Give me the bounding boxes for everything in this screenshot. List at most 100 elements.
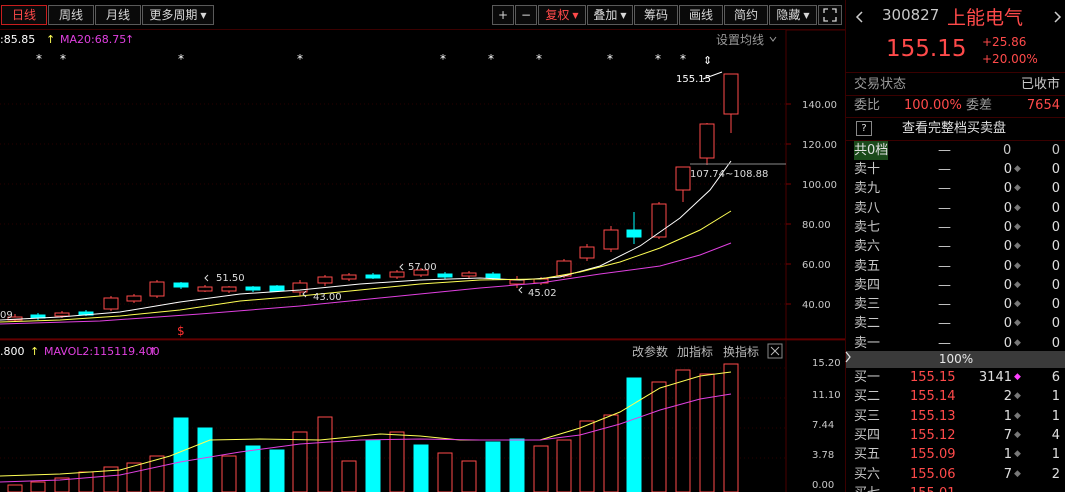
level-count: 2: [1051, 466, 1060, 482]
level-count: 6: [1051, 370, 1060, 385]
level-label: 买五: [854, 447, 881, 463]
volume-bar: [7, 484, 23, 492]
volume-bar: [317, 416, 333, 492]
expand-button[interactable]: [818, 5, 842, 25]
more-periods-dropdown[interactable]: 更多周期 ▼: [142, 5, 214, 25]
level-price: 155.09: [910, 447, 956, 463]
order-diff-value: 7654: [1026, 98, 1060, 113]
ask-level-row[interactable]: 卖三 —0 ◆ 0: [846, 295, 1065, 314]
hide-dropdown[interactable]: 隐藏 ▼: [769, 5, 817, 25]
level-volume: 1: [1003, 408, 1012, 424]
level-count: 0: [1051, 181, 1060, 197]
ask-level-row[interactable]: 卖一 —0 ◆ 0: [846, 334, 1065, 353]
candle-body: [221, 286, 237, 292]
high-price-label: 155.15: [676, 74, 711, 85]
ask-level-row[interactable]: 卖九 —0 ◆ 0: [846, 179, 1065, 198]
close-indicator-button[interactable]: [767, 343, 783, 359]
volume-bar: [461, 460, 477, 492]
trade-status-value: 已收市: [1020, 77, 1060, 92]
stock-name: 上能电气: [947, 7, 1024, 29]
candle-body: [579, 246, 595, 259]
ask-level-row[interactable]: 卖五 —0 ◆ 0: [846, 257, 1065, 276]
chevron-right-icon[interactable]: [1051, 11, 1063, 23]
level-count: 0: [1051, 200, 1060, 216]
switch-indicator-button[interactable]: 换指标: [723, 344, 759, 359]
kline-chart[interactable]: :85.85 ↑ MA20:68.75 ↑ 设置均线 * * * * * * * * * * ⇕ 0…: [0, 29, 845, 492]
bid-level-row[interactable]: 买四 155.12 7 ◆ 4: [846, 426, 1065, 445]
level-label: 卖七: [854, 219, 881, 235]
bid-level-row[interactable]: 买五 155.09 1 ◆ 1: [846, 445, 1065, 464]
chart-toolbar: 日线 周线 月线 更多周期 ▼ + − 复权 ▼ 叠加 ▼ 筹码 画线 简约 隐藏 ▼: [0, 0, 845, 30]
bid-level-row[interactable]: 买七 155.01: [846, 484, 1065, 492]
draw-line-button[interactable]: 画线: [679, 5, 723, 25]
vol-arrow-2: ↑: [148, 345, 157, 358]
tab-daily[interactable]: 日线: [1, 5, 47, 25]
level-count: 1: [1051, 408, 1060, 424]
level-diamond-icon: ◆: [1014, 164, 1021, 174]
level-volume: 0: [1003, 277, 1012, 293]
level-diamond-icon: ◆: [1014, 260, 1021, 271]
close-icon: [770, 346, 780, 356]
add-indicator-button[interactable]: 加指标: [677, 344, 713, 359]
candle-body: [699, 123, 715, 159]
ask-level-row[interactable]: 卖二 —0 ◆ 0: [846, 314, 1065, 333]
levels-dash: —: [938, 143, 951, 158]
chart-area[interactable]: :85.85 ↑ MA20:68.75 ↑ 设置均线 * * * * * * * * * * ⇕ 0…: [0, 29, 845, 492]
level-volume: 0: [1003, 181, 1012, 197]
order-ratio-label: 委比: [854, 98, 881, 113]
level-label: 卖四: [854, 277, 881, 293]
full-book-link[interactable]: 查看完整档买卖盘: [902, 119, 1006, 138]
event-markers[interactable]: * * * * * * * * * * ⇕: [36, 52, 712, 67]
event-star-icon: *: [178, 52, 184, 66]
tab-monthly[interactable]: 月线: [95, 5, 141, 25]
overlay-dropdown[interactable]: 叠加 ▼: [587, 5, 633, 25]
levels-label: 共0档: [854, 141, 889, 160]
price-change-pct: +20.00%: [982, 52, 1038, 66]
candle-body: [509, 279, 525, 285]
event-star-icon: *: [36, 52, 42, 66]
bid-level-row[interactable]: 买三 155.13 1 ◆ 1: [846, 407, 1065, 426]
volume-bar: [651, 381, 667, 492]
bid-level-row[interactable]: 买六 155.06 7 ◆ 2: [846, 465, 1065, 484]
level-count: 4: [1051, 427, 1060, 443]
change-params-button[interactable]: 改参数: [632, 344, 668, 359]
event-star-icon: *: [536, 52, 542, 66]
ask-level-row[interactable]: 卖十 —0 ◆ 0: [846, 160, 1065, 179]
level-price: —: [938, 277, 951, 293]
bid-ask-ratio-bar: 100%: [846, 351, 1065, 368]
ma-label-2: MA20:68.75: [60, 33, 126, 46]
help-icon[interactable]: ?: [856, 121, 872, 136]
price-axis-label: 80.00: [802, 220, 831, 231]
ask-level-row[interactable]: 卖六 —0 ◆ 0: [846, 237, 1065, 256]
last-price: 155.15: [886, 36, 967, 62]
buy-signal-icon[interactable]: $: [177, 324, 185, 338]
panel-toggle-icon[interactable]: [845, 350, 851, 364]
ask-level-row[interactable]: 卖八 —0 ◆ 0: [846, 199, 1065, 218]
level-diamond-icon: ◆: [1014, 410, 1021, 421]
zoom-out-button[interactable]: −: [515, 5, 537, 25]
bid-level-row[interactable]: 买二 155.14 2 ◆ 1: [846, 387, 1065, 406]
bid-level-row[interactable]: 买一 155.15 3141 ◆ 6: [846, 368, 1065, 387]
candle-body: [437, 273, 453, 278]
candle-body: [269, 285, 285, 292]
ma-settings-button[interactable]: 设置均线: [716, 33, 764, 47]
left-cut-label: 09: [0, 310, 13, 321]
level-diamond-icon: ◆: [1014, 221, 1021, 232]
quote-panel: 300827 上能电气 155.15 +25.86 +20.00% 交易状态 已…: [845, 0, 1065, 492]
ask-level-row[interactable]: 卖四 —0 ◆ 0: [846, 276, 1065, 295]
tab-weekly[interactable]: 周线: [48, 5, 94, 25]
chevron-left-icon[interactable]: [854, 11, 866, 23]
candles[interactable]: [7, 73, 739, 322]
full-book-row[interactable]: ? 查看完整档买卖盘: [846, 119, 1065, 138]
ask-level-row[interactable]: 卖七 —0 ◆ 0: [846, 218, 1065, 237]
volume-bar: [30, 481, 46, 492]
candle-body: [149, 281, 165, 297]
volume-bar: [437, 452, 453, 492]
level-volume: 0: [1003, 335, 1012, 351]
levels-count: 0: [1051, 143, 1060, 158]
range-label: 107.74~108.88: [690, 169, 768, 180]
simple-mode-button[interactable]: 简约: [724, 5, 768, 25]
zoom-in-button[interactable]: +: [492, 5, 514, 25]
chips-button[interactable]: 筹码: [634, 5, 678, 25]
adjust-dropdown[interactable]: 复权 ▼: [538, 5, 586, 25]
